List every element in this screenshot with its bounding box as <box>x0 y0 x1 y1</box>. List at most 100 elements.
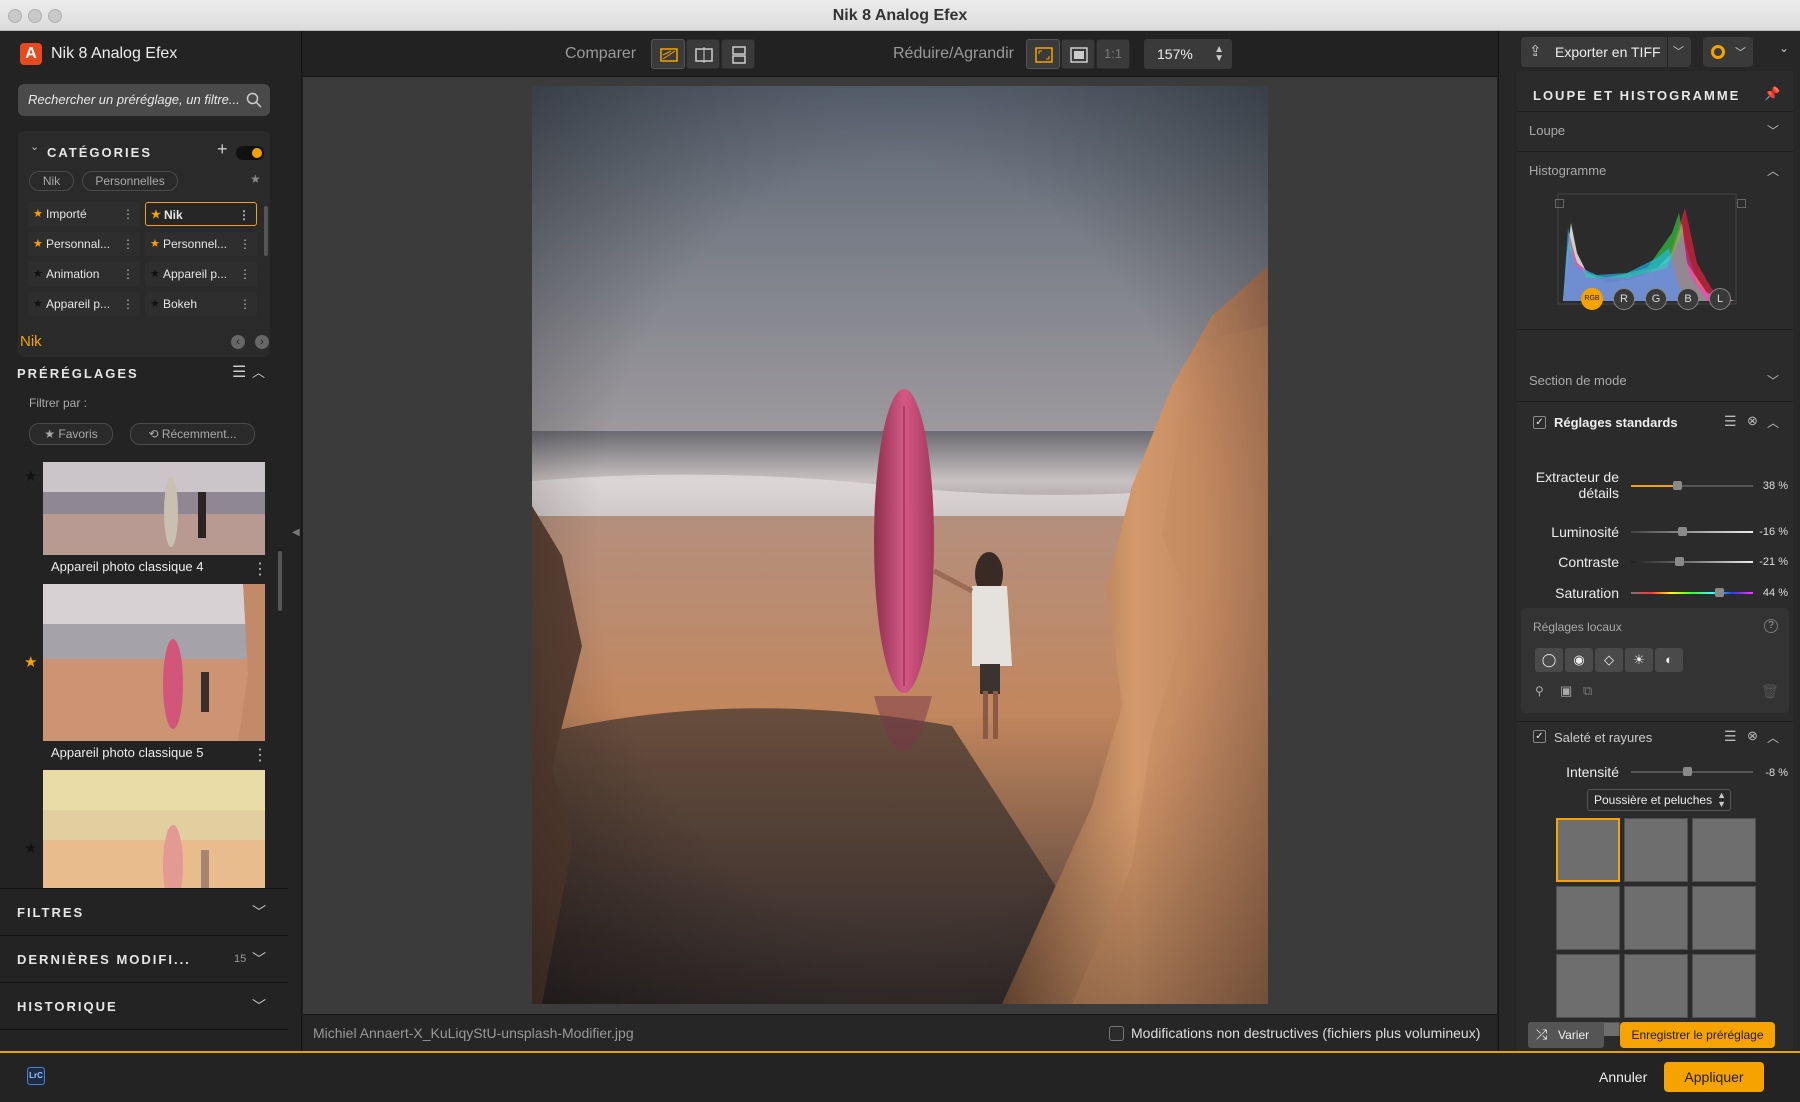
channel-b-button[interactable]: B <box>1677 288 1699 310</box>
luminance-mask-icon[interactable]: ☀ <box>1625 648 1653 672</box>
compare-split-button[interactable] <box>686 39 720 69</box>
color-mask-icon[interactable]: ◐ <box>1655 648 1683 672</box>
search-input[interactable]: Rechercher un préréglage, un filtre... <box>18 84 270 116</box>
intensity-slider[interactable] <box>1631 771 1753 773</box>
more-icon[interactable]: ⋮ <box>122 232 134 256</box>
help-icon[interactable]: ? <box>1764 619 1778 633</box>
more-icon[interactable]: ⋮ <box>122 202 134 226</box>
save-preset-button[interactable]: Enregistrer le préréglage <box>1620 1022 1775 1048</box>
texture-tile[interactable] <box>1624 954 1688 1018</box>
previous-icon[interactable]: ‹ <box>231 335 245 349</box>
trash-icon[interactable]: 🗑 <box>1761 683 1779 700</box>
more-icon[interactable]: ⋮ <box>122 292 134 316</box>
channel-rgb-button[interactable]: RGB <box>1581 288 1603 310</box>
presets-scrollbar[interactable] <box>278 551 282 611</box>
texture-tile[interactable] <box>1692 818 1756 882</box>
categories-toggle[interactable] <box>236 146 264 160</box>
chevron-down-icon[interactable]: ﹀ <box>252 996 266 1016</box>
invert-mask-icon[interactable]: ▣ <box>1560 683 1572 699</box>
category-item[interactable]: ★ Bokeh ⋮ <box>145 292 257 316</box>
loupe-label[interactable]: Loupe <box>1529 123 1565 138</box>
reset-icon[interactable]: ⊗ <box>1747 413 1758 429</box>
chevron-up-icon[interactable]: ︿ <box>1767 729 1779 746</box>
category-item[interactable]: ★ Appareil p... ⋮ <box>145 262 257 286</box>
vary-button[interactable]: ⤮ Varier <box>1528 1022 1604 1048</box>
texture-tile[interactable] <box>1556 954 1620 1018</box>
panel-menu-icon[interactable]: ⌄ <box>1779 41 1789 55</box>
export-button[interactable]: ⇪ Exporter en TIFF <box>1521 37 1691 67</box>
texture-tile[interactable] <box>1624 818 1688 882</box>
control-line-icon[interactable]: ◉ <box>1565 648 1593 672</box>
preset-thumbnail[interactable] <box>43 462 265 555</box>
export-dropdown-icon[interactable]: ﹀ <box>1667 37 1689 67</box>
intensity-knob[interactable] <box>1683 767 1692 776</box>
texture-tile[interactable] <box>1692 886 1756 950</box>
adjust-slider-track[interactable] <box>1631 531 1753 533</box>
slider-knob[interactable] <box>1678 527 1687 536</box>
duplicate-icon[interactable]: ⧉ <box>1583 683 1592 699</box>
preset-thumbnail[interactable] <box>43 770 265 888</box>
more-icon[interactable]: ⋮ <box>239 232 251 256</box>
reset-icon[interactable]: ⊗ <box>1747 728 1758 744</box>
share-button[interactable]: ﹀ <box>1703 37 1753 67</box>
chevron-down-icon[interactable]: ﹀ <box>252 902 266 922</box>
standard-enable-checkbox[interactable]: ✓ <box>1533 416 1546 429</box>
chevron-up-icon[interactable]: ︿ <box>1767 162 1779 179</box>
chevron-down-icon[interactable]: ﹀ <box>1767 372 1779 389</box>
pin-icon[interactable]: 📌 <box>1764 86 1780 102</box>
slider-knob[interactable] <box>1675 557 1684 566</box>
channel-l-button[interactable]: L <box>1709 288 1731 310</box>
image-canvas[interactable]: ◀ ▶ <box>292 77 1508 1014</box>
apply-button[interactable]: Appliquer <box>1664 1062 1764 1092</box>
dirt-type-select[interactable]: Poussière et peluches ▲ ▼ <box>1587 789 1731 811</box>
zoom-level-select[interactable]: 157% ▲ ▼ <box>1144 39 1232 69</box>
channel-g-button[interactable]: G <box>1645 288 1667 310</box>
favorite-star-icon[interactable]: ★ <box>24 839 37 857</box>
menu-icon[interactable]: ☰ <box>1724 728 1737 745</box>
mode-section-label[interactable]: Section de mode <box>1529 373 1627 388</box>
fill-screen-button[interactable] <box>1061 39 1095 69</box>
channel-r-button[interactable]: R <box>1613 288 1635 310</box>
chevron-up-icon[interactable]: ︿ <box>1767 414 1779 431</box>
cancel-button[interactable]: Annuler <box>1599 1069 1647 1085</box>
texture-tile[interactable] <box>1692 954 1756 1018</box>
history-section-title[interactable]: HISTORIQUE <box>17 999 118 1014</box>
slider-knob[interactable] <box>1715 588 1724 597</box>
actual-size-button[interactable]: 1:1 <box>1096 39 1130 69</box>
category-item[interactable]: ★ Personnel... ⋮ <box>145 232 257 256</box>
more-icon[interactable]: ⋮ <box>239 292 251 316</box>
dirt-enable-checkbox[interactable]: ✓ <box>1533 730 1546 743</box>
compare-single-button[interactable] <box>651 39 685 69</box>
more-icon[interactable]: ⋮ <box>238 203 250 225</box>
add-category-icon[interactable]: + <box>217 139 228 160</box>
filter-pill-personal[interactable]: Personnelles <box>82 171 178 191</box>
category-item-selected[interactable]: ★ Nik ⋮ <box>145 202 257 226</box>
more-icon[interactable]: ⋮ <box>252 745 268 765</box>
filter-pill-nik[interactable]: Nik <box>29 171 74 191</box>
texture-tile-selected[interactable] <box>1556 818 1620 882</box>
category-item[interactable]: ★ Importé ⋮ <box>28 202 140 226</box>
categories-scrollbar[interactable] <box>264 206 268 256</box>
brush-icon[interactable]: ◇ <box>1595 648 1623 672</box>
menu-icon[interactable]: ☰ <box>1724 413 1737 430</box>
chevron-down-icon[interactable]: ⌄ <box>30 140 39 153</box>
more-icon[interactable]: ⋮ <box>122 262 134 286</box>
slider-knob[interactable] <box>1673 481 1682 490</box>
category-item[interactable]: ★ Animation ⋮ <box>28 262 140 286</box>
preset-thumbnail[interactable] <box>43 584 265 741</box>
nondestructive-checkbox[interactable] <box>1109 1026 1124 1041</box>
favorites-filter-button[interactable]: ★ Favoris <box>29 423 113 445</box>
list-view-icon[interactable]: ☰ <box>232 362 246 382</box>
chevron-up-icon[interactable]: ︿ <box>252 362 265 381</box>
fit-screen-button[interactable] <box>1026 39 1060 69</box>
favorite-star-icon[interactable]: ★ <box>24 653 37 671</box>
chevron-down-icon[interactable]: ﹀ <box>1767 122 1779 139</box>
favorite-star-icon[interactable]: ★ <box>24 467 37 485</box>
mask-list-icon[interactable]: ⚲ <box>1535 684 1544 698</box>
recent-filter-button[interactable]: ⟲ Récemment... <box>130 423 255 445</box>
more-icon[interactable]: ⋮ <box>239 262 251 286</box>
highlight-clip-toggle[interactable] <box>1737 199 1746 208</box>
adjust-slider-track[interactable] <box>1631 561 1753 563</box>
favorite-filter-icon[interactable]: ★ <box>250 172 261 186</box>
category-item[interactable]: ★ Personnal... ⋮ <box>28 232 140 256</box>
